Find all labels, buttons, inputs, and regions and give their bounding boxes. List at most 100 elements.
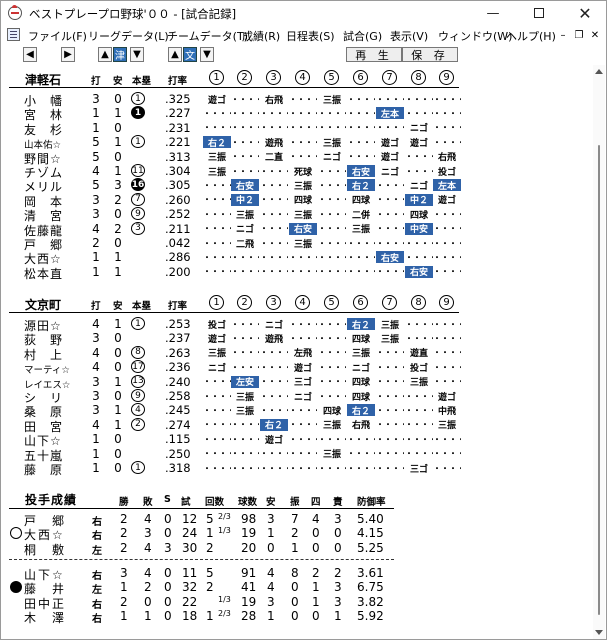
at-bat-result[interactable]: 四球 (405, 208, 433, 221)
at-bat-result[interactable]: 三振 (203, 165, 231, 178)
menu-schedule[interactable]: 日程表(S) (286, 28, 335, 44)
menu-team-data[interactable]: チームデータ(T) (167, 28, 248, 44)
at-bat-result[interactable]: 二直 (260, 151, 288, 163)
at-bat-result[interactable]: 右２ (347, 318, 375, 331)
team1-up-button[interactable]: ▲ (98, 47, 112, 62)
pitcher-row-away[interactable]: 大西☆ 右 2 3 0 24 1 19 1 2 0 0 4.15 1/3 (1, 526, 591, 542)
at-bat-result[interactable]: 二併 (347, 208, 375, 221)
team2-select-button[interactable]: 文 (183, 47, 197, 62)
player-row-away[interactable]: 友 杉10.231・・・・・・・・・・・・・・・・・・・・・・・・・・・・・・・… (1, 121, 591, 137)
player-row-home[interactable]: 村 上408.263三振・・・・・・・・・・左飛・・・・・三振・・・・・遊直・・… (1, 345, 591, 362)
scroll-down-icon[interactable] (595, 630, 603, 635)
at-bat-result[interactable]: ニゴ (203, 361, 231, 374)
at-bat-result[interactable]: 遊ゴ (289, 361, 317, 374)
at-bat-result[interactable]: 中２ (405, 193, 433, 206)
at-bat-result[interactable]: 中２ (231, 193, 259, 206)
at-bat-result[interactable]: 三振 (231, 390, 259, 403)
at-bat-result[interactable]: 右２ (203, 136, 231, 149)
player-row-away[interactable]: 佐藤龍423.211・・・・・ニゴ・・・・・右安・・・・・三振・・・・・中安・・… (1, 221, 591, 238)
vertical-scrollbar[interactable] (593, 65, 605, 639)
menu-league-data[interactable]: リーグデータ(L) (88, 28, 169, 44)
at-bat-result[interactable]: 四球 (347, 332, 375, 345)
at-bat-result[interactable]: 右２ (347, 404, 375, 417)
document-icon[interactable] (7, 28, 20, 41)
mdi-restore-icon[interactable]: ❐ (572, 28, 586, 42)
at-bat-result[interactable]: 三振 (289, 208, 317, 221)
menu-stats[interactable]: 成績(R) (242, 28, 280, 44)
at-bat-result[interactable]: 右安 (405, 265, 433, 278)
at-bat-result[interactable]: ニゴ (405, 122, 433, 134)
at-bat-result[interactable]: ニゴ (231, 223, 259, 235)
pitcher-row-home[interactable]: 藤 井左 1 2 0 32 2 41 4 0 1 3 6.75 (1, 580, 591, 596)
away-team-name[interactable]: 津軽石 (25, 71, 61, 88)
player-row-away[interactable]: 山本佑☆511.221右２・・・・・遊飛・・・・・三振・・・・・遊ゴ遊ゴ・・・・… (1, 135, 591, 151)
at-bat-result[interactable]: 三振 (289, 179, 317, 192)
at-bat-result[interactable]: 遊ゴ (433, 390, 461, 403)
player-row-home[interactable]: 五十嵐10.250・・・・・・・・・・・・・・・・・・・・三振・・・・・・・・・… (1, 447, 591, 463)
at-bat-result[interactable]: 二飛 (231, 237, 259, 250)
team1-select-button[interactable]: 津 (113, 47, 127, 62)
at-bat-result[interactable]: 三振 (231, 208, 259, 221)
pitcher-row-home[interactable]: 山下☆ 右 3 4 0 11 5 91 4 8 2 2 3.61 (1, 566, 591, 582)
at-bat-result[interactable]: 四球 (347, 376, 375, 388)
at-bat-result[interactable]: 右飛 (347, 419, 375, 431)
at-bat-result[interactable]: 四球 (318, 404, 346, 417)
at-bat-result[interactable]: ニゴ (347, 361, 375, 374)
at-bat-result[interactable]: 三振 (203, 347, 231, 359)
at-bat-result[interactable]: 死球 (289, 165, 317, 178)
at-bat-result[interactable]: 三振 (318, 419, 346, 431)
at-bat-result[interactable]: 三振 (318, 93, 346, 106)
at-bat-result[interactable]: ニゴ (405, 179, 433, 192)
arrow-right-button[interactable]: ▶ (61, 47, 75, 62)
home-team-name[interactable]: 文京町 (25, 296, 61, 313)
at-bat-result[interactable]: 右安 (231, 179, 259, 192)
at-bat-result[interactable]: 遊ゴ (203, 93, 231, 106)
at-bat-result[interactable]: 遊ゴ (376, 151, 404, 163)
close-button[interactable]: ✕ (562, 1, 607, 25)
at-bat-result[interactable]: 三振 (203, 151, 231, 163)
pitcher-row-home[interactable]: 田中正右 2 0 0 22 19 3 0 1 3 3.82 1/3 (1, 595, 591, 611)
at-bat-result[interactable]: 左飛 (289, 347, 317, 359)
save-button[interactable]: 保 存 (402, 47, 458, 62)
player-row-home[interactable]: 田 宮412.274・・・・・・・・・・右２・・・・・三振右飛・・・・・・・・・… (1, 417, 591, 434)
menu-file[interactable]: ファイル(F) (28, 28, 87, 44)
at-bat-result[interactable]: 右飛 (433, 151, 461, 163)
player-row-home[interactable]: 桑 原314.245・・・・・三振・・・・・・・・・・四球右２・・・・・・・・・… (1, 403, 591, 419)
at-bat-result[interactable]: 遊ゴ (203, 332, 231, 345)
menu-game[interactable]: 試合(G) (343, 28, 382, 44)
team1-down-button[interactable]: ▼ (130, 47, 144, 62)
at-bat-result[interactable]: 四球 (347, 390, 375, 403)
at-bat-result[interactable]: 遊直 (405, 347, 433, 359)
at-bat-result[interactable]: 左本 (376, 107, 404, 120)
at-bat-result[interactable]: 三ゴ (289, 376, 317, 388)
arrow-left-button[interactable]: ◀ (23, 47, 37, 62)
at-bat-result[interactable]: 四球 (289, 194, 317, 206)
at-bat-result[interactable]: ニゴ (260, 318, 288, 331)
at-bat-result[interactable]: 三振 (405, 376, 433, 388)
player-row-away[interactable]: 岡 本327.260・・・・・中２・・・・・四球・・・・・四球・・・・・中２遊ゴ (1, 192, 591, 209)
at-bat-result[interactable]: 三振 (231, 404, 259, 417)
menu-help[interactable]: ヘルプ(H) (506, 28, 556, 44)
scroll-thumb[interactable] (598, 145, 600, 615)
pitcher-row-away[interactable]: 桐 敷左 2 4 3 30 2 20 0 1 0 0 5.25 (1, 541, 591, 558)
at-bat-result[interactable]: ニゴ (318, 151, 346, 163)
team2-down-button[interactable]: ▼ (200, 47, 214, 62)
at-bat-result[interactable]: ニゴ (289, 390, 317, 403)
menu-window[interactable]: ウィンドウ(W) (438, 28, 512, 44)
minimize-button[interactable]: — (470, 1, 516, 25)
pitcher-name[interactable]: 桐 敷 (24, 541, 66, 558)
at-bat-result[interactable]: 三ゴ (405, 462, 433, 475)
at-bat-result[interactable]: 中安 (405, 222, 433, 235)
player-row-home[interactable]: 山下☆10.115・・・・・・・・・・遊ゴ・・・・・・・・・・・・・・・・・・・… (1, 432, 591, 448)
player-name[interactable]: 藤 原 (24, 461, 82, 478)
player-row-home[interactable]: シ リ309.258・・・・・三振・・・・・ニゴ・・・・・四球・・・・・・・・・… (1, 389, 591, 405)
at-bat-result[interactable]: 四球 (347, 194, 375, 206)
at-bat-result[interactable]: 投ゴ (203, 318, 231, 331)
player-row-away[interactable]: 戸 郷20.042・・・・・二飛・・・・・三振・・・・・・・・・・・・・・・・・… (1, 236, 591, 252)
player-name[interactable]: 松本直 (24, 265, 82, 282)
player-row-home[interactable]: マーティ☆4017.236ニゴ・・・・・・・・・・遊ゴ・・・・・ニゴ・・・・・投… (1, 360, 591, 376)
at-bat-result[interactable]: 三振 (376, 332, 404, 345)
replay-button[interactable]: 再 生 (346, 47, 402, 62)
at-bat-result[interactable]: 遊ゴ (376, 136, 404, 149)
at-bat-result[interactable]: 遊飛 (260, 332, 288, 345)
